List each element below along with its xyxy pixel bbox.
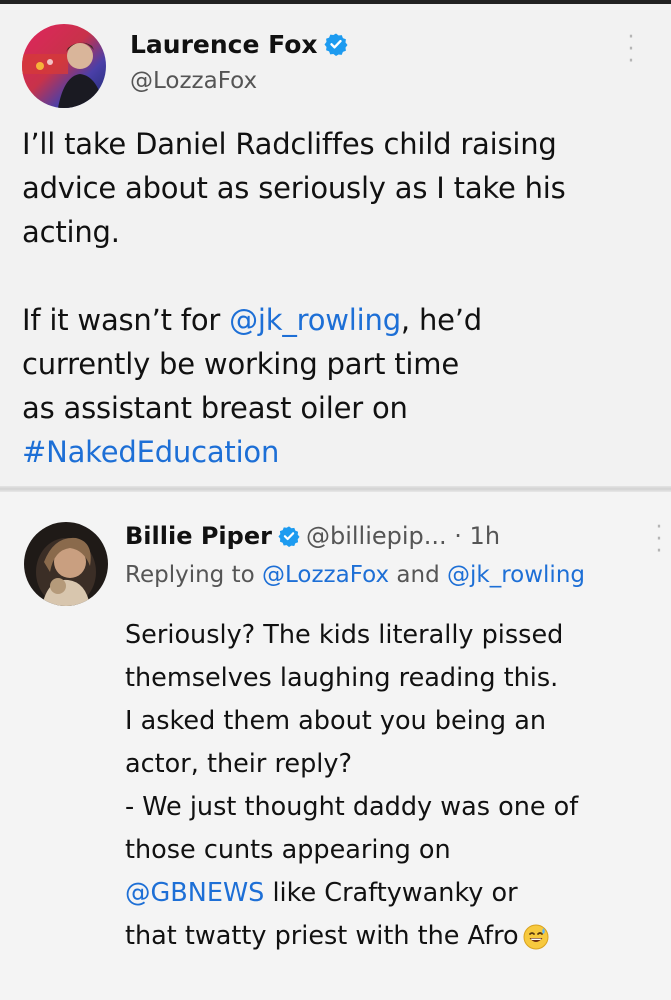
text-segment: Seriously? The kids literally pissed	[125, 620, 564, 650]
author-name[interactable]: Billie Piper	[125, 522, 272, 550]
reply-tweet[interactable]: Billie Piper @billiepip... · 1h · · · Repl…	[0, 492, 671, 1000]
replying-to: Replying to @LozzaFox and @jk_rowling	[125, 562, 585, 588]
text-line: themselves laughing reading this.	[125, 657, 665, 700]
author-handle[interactable]: @LozzaFox	[130, 68, 257, 94]
text-line: - We just thought daddy was one of	[125, 786, 665, 829]
tweet-text: I’ll take Daniel Radcliffes child raisin…	[22, 122, 652, 474]
mention-link[interactable]: @GBNEWS	[125, 878, 264, 908]
mention-link[interactable]: @LozzaFox	[262, 562, 389, 588]
main-tweet[interactable]: Laurence Fox @LozzaFox · · · I’ll take Dan…	[0, 4, 671, 488]
text-line: If it wasn’t for @jk_rowling, he’d	[22, 298, 652, 342]
text-line	[22, 254, 652, 298]
text-line: Seriously? The kids literally pissed	[125, 614, 665, 657]
text-line: that twatty priest with the Afro	[125, 915, 665, 964]
mention-link[interactable]: @jk_rowling	[447, 562, 585, 588]
verified-badge-icon	[278, 525, 300, 553]
text-segment: currently be working part time	[22, 347, 459, 381]
mention-link[interactable]: @jk_rowling	[229, 303, 401, 337]
text-line: actor, their reply?	[125, 743, 665, 786]
avatar[interactable]	[24, 522, 108, 606]
text-segment: I asked them about you being an	[125, 706, 547, 736]
text-segment: those cunts appearing on	[125, 835, 451, 865]
text-segment: - We just thought daddy was one of	[125, 792, 579, 822]
avatar[interactable]	[22, 24, 106, 108]
text-segment: as assistant breast oiler on	[22, 391, 408, 425]
reply-header: Billie Piper @billiepip... · 1h	[125, 522, 500, 553]
author-handle[interactable]: @billiepip...	[306, 522, 447, 550]
text-line: #NakedEducation	[22, 430, 652, 474]
text-line: I asked them about you being an	[125, 700, 665, 743]
verified-badge-icon	[324, 32, 348, 62]
text-line: as assistant breast oiler on	[22, 386, 652, 430]
more-vertical-icon[interactable]: · · ·	[620, 27, 642, 73]
author-name-text[interactable]: Laurence Fox	[130, 30, 318, 59]
text-segment: If it wasn’t for	[22, 303, 230, 337]
text-segment: I’ll take Daniel Radcliffes child raisin…	[22, 127, 557, 161]
replying-prefix: Replying to	[125, 562, 262, 588]
text-segment: actor, their reply?	[125, 749, 352, 779]
author-name[interactable]: Laurence Fox	[130, 30, 348, 62]
text-segment: advice about as seriously as I take his	[22, 171, 566, 205]
more-vertical-icon[interactable]: · · ·	[652, 517, 666, 563]
text-line: acting.	[22, 210, 652, 254]
text-line: currently be working part time	[22, 342, 652, 386]
grinning-sweat-emoji	[523, 921, 549, 964]
replying-and: and	[389, 562, 447, 588]
timestamp[interactable]: · 1h	[447, 522, 500, 550]
text-segment: acting.	[22, 215, 120, 249]
text-line: @GBNEWS like Craftywanky or	[125, 872, 665, 915]
tweet-text: Seriously? The kids literally pissed them…	[125, 614, 665, 964]
text-segment: that twatty priest with the Afro	[125, 921, 519, 951]
text-line: I’ll take Daniel Radcliffes child raisin…	[22, 122, 652, 166]
text-segment: like Craftywanky or	[264, 878, 518, 908]
hashtag-link[interactable]: #NakedEducation	[22, 435, 279, 469]
text-segment: , he’d	[400, 303, 483, 337]
text-line: those cunts appearing on	[125, 829, 665, 872]
text-segment: themselves laughing reading this.	[125, 663, 559, 693]
text-line: advice about as seriously as I take his	[22, 166, 652, 210]
